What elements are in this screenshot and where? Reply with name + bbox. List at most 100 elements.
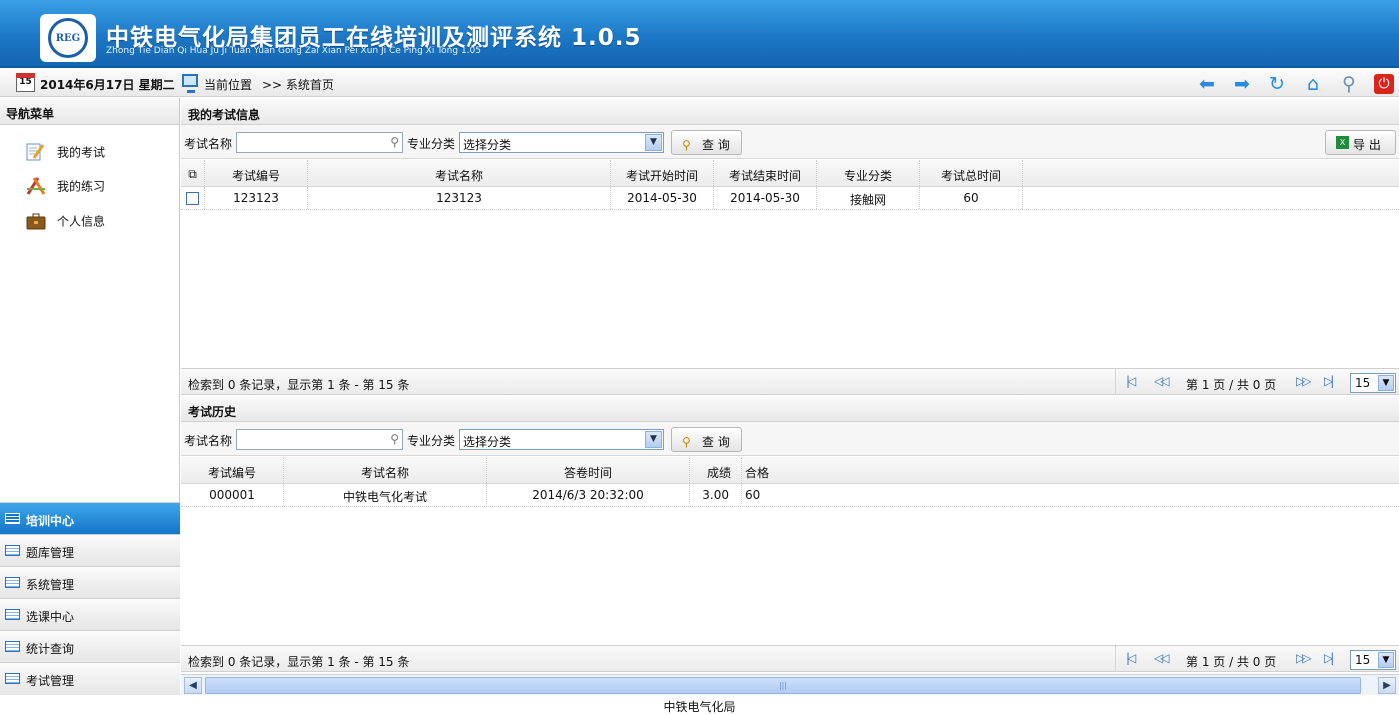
- exam-info-filter: 考试名称 ⚲ 专业分类 选择分类 ▼ ⚲ 查 询 X导 出: [181, 125, 1399, 159]
- list-icon: [5, 545, 20, 556]
- chevron-down-icon: ▼: [645, 431, 662, 448]
- column-header[interactable]: 考试编号: [181, 457, 284, 483]
- sidebar: 导航菜单 我的考试 我的练习 个人信息 培训中心 题库管理 系统管理 选课中心 …: [0, 98, 180, 695]
- calendar-icon: 15: [16, 73, 35, 92]
- page-indicator: 第 1 页 / 共 0 页: [1186, 655, 1277, 669]
- magnifier-icon: ⚲: [682, 138, 691, 152]
- back-arrow-icon[interactable]: ⬅: [1196, 73, 1218, 95]
- briefcase-icon: [25, 211, 47, 231]
- exam-history-pager: 检索到 0 条记录，显示第 1 条 - 第 15 条 |◁ ◁◁ 第 1 页 /…: [181, 645, 1399, 672]
- category-label: 专业分类: [407, 137, 456, 151]
- exam-history-title: 考试历史: [181, 396, 1399, 422]
- exam-name-input[interactable]: ⚲: [236, 132, 403, 153]
- next-page-icon[interactable]: ▷▷: [1296, 651, 1312, 665]
- select-all-icon[interactable]: ⧉: [181, 160, 205, 186]
- cell-duration: 60: [920, 187, 1023, 209]
- sidebar-item-my-practice[interactable]: 我的练习: [25, 176, 105, 198]
- breadcrumb: >> 系统首页: [262, 78, 334, 92]
- prev-page-icon[interactable]: ◁◁: [1154, 651, 1170, 665]
- accordion-exam-management[interactable]: 考试管理: [0, 662, 180, 695]
- first-page-icon[interactable]: |◁: [1126, 651, 1136, 665]
- sidebar-item-personal-info[interactable]: 个人信息: [25, 211, 105, 233]
- table-row[interactable]: 123123 123123 2014-05-30 2014-05-30 接触网 …: [181, 187, 1399, 210]
- sidebar-item-label: 我的考试: [57, 145, 106, 160]
- accordion-system-management[interactable]: 系统管理: [0, 566, 180, 598]
- scroll-left-icon[interactable]: ◀: [184, 677, 202, 694]
- prev-page-icon[interactable]: ◁◁: [1154, 374, 1170, 388]
- refresh-icon[interactable]: ↻: [1266, 73, 1288, 95]
- list-icon: [5, 513, 20, 524]
- home-icon[interactable]: ⌂: [1302, 73, 1324, 95]
- exam-name-label: 考试名称: [184, 434, 233, 448]
- cell-category: 接触网: [817, 187, 920, 209]
- column-header[interactable]: 考试结束时间: [714, 160, 817, 186]
- cell-exam-id: 000001: [181, 484, 284, 506]
- accordion-statistics[interactable]: 统计查询: [0, 630, 180, 662]
- excel-icon: X: [1336, 136, 1349, 149]
- magnifier-icon: ⚲: [390, 432, 399, 446]
- column-header[interactable]: 考试编号: [205, 160, 308, 186]
- power-icon[interactable]: ⏻: [1374, 74, 1394, 94]
- cell-exam-name: 中铁电气化考试: [284, 484, 487, 506]
- last-page-icon[interactable]: ▷|: [1324, 374, 1334, 388]
- first-page-icon[interactable]: |◁: [1126, 374, 1136, 388]
- category-label: 专业分类: [407, 434, 456, 448]
- list-icon: [5, 673, 20, 684]
- top-toolbar: 15 2014年6月17日 星期二 当前位置 >> 系统首页 ⬅ ➡ ↻ ⌂ ⚲…: [0, 70, 1399, 97]
- logo-emblem: REG: [48, 18, 88, 58]
- column-header[interactable]: 考试名称: [284, 457, 487, 483]
- page-indicator: 第 1 页 / 共 0 页: [1186, 378, 1277, 392]
- column-header[interactable]: 答卷时间: [487, 457, 690, 483]
- forward-arrow-icon[interactable]: ➡: [1231, 73, 1253, 95]
- cell-score: 3.00: [690, 484, 742, 506]
- history-category-select[interactable]: 选择分类 ▼: [459, 429, 664, 450]
- scrollbar-thumb[interactable]: |||: [205, 677, 1361, 694]
- row-checkbox[interactable]: [186, 192, 199, 205]
- record-count: 检索到 0 条记录，显示第 1 条 - 第 15 条: [188, 655, 410, 669]
- chevron-down-icon: ▼: [645, 134, 662, 151]
- column-header[interactable]: 考试总时间: [920, 160, 1023, 186]
- exam-history-filter: 考试名称 ⚲ 专业分类 选择分类 ▼ ⚲ 查 询: [181, 422, 1399, 456]
- page-size-select[interactable]: 15 ▼: [1350, 373, 1396, 393]
- nav-menu-title: 导航菜单: [0, 98, 179, 125]
- accordion-question-bank[interactable]: 题库管理: [0, 534, 180, 566]
- sidebar-item-label: 个人信息: [57, 214, 106, 229]
- table-row[interactable]: 000001 中铁电气化考试 2014/6/3 20:32:00 3.00 60: [181, 484, 1399, 507]
- column-header[interactable]: 专业分类: [817, 160, 920, 186]
- horizontal-scrollbar[interactable]: ◀ ||| ▶: [181, 674, 1399, 695]
- cell-pass: 60: [745, 488, 761, 502]
- exam-history-table-header: 考试编号 考试名称 答卷时间 成绩 合格: [181, 457, 1399, 484]
- position-label: 当前位置: [204, 78, 253, 92]
- company-logo: REG: [40, 14, 96, 62]
- scroll-right-icon[interactable]: ▶: [1378, 677, 1396, 694]
- accordion-course-selection[interactable]: 选课中心: [0, 598, 180, 630]
- accordion-training-center[interactable]: 培训中心: [0, 502, 180, 534]
- next-page-icon[interactable]: ▷▷: [1296, 374, 1312, 388]
- column-header[interactable]: 考试名称: [308, 160, 611, 186]
- column-header[interactable]: 合格: [742, 457, 802, 483]
- list-icon: [5, 609, 20, 620]
- footer-text: 中铁电气化局: [663, 700, 736, 714]
- cell-exam-name: 123123: [308, 187, 611, 209]
- cell-end-time: 2014-05-30: [714, 187, 817, 209]
- app-subtitle: Zhong Tie Dian Qi Hua Ju Ji Tuan Yuan Go…: [106, 46, 481, 56]
- drafting-tools-icon: [25, 176, 47, 196]
- app-header: REG 中铁电气化局集团员工在线培训及测评系统 1.0.5 Zhong Tie …: [0, 0, 1399, 68]
- column-header[interactable]: 成绩: [690, 457, 742, 483]
- query-button[interactable]: ⚲ 查 询: [671, 130, 742, 155]
- history-exam-name-input[interactable]: ⚲: [236, 429, 403, 450]
- sidebar-item-label: 我的练习: [57, 179, 106, 194]
- category-select[interactable]: 选择分类 ▼: [459, 132, 664, 153]
- last-page-icon[interactable]: ▷|: [1324, 651, 1334, 665]
- notepad-pencil-icon: [25, 142, 47, 162]
- export-button[interactable]: X导 出: [1325, 130, 1396, 155]
- chevron-down-icon: ▼: [1378, 652, 1394, 668]
- page-size-select[interactable]: 15 ▼: [1350, 650, 1396, 670]
- cell-exam-id: 123123: [205, 187, 308, 209]
- column-header[interactable]: 考试开始时间: [611, 160, 714, 186]
- cell-answer-time: 2014/6/3 20:32:00: [487, 484, 690, 506]
- history-query-button[interactable]: ⚲ 查 询: [671, 427, 742, 452]
- sidebar-item-my-exam[interactable]: 我的考试: [25, 142, 105, 164]
- magnifier-icon: ⚲: [390, 135, 399, 149]
- search-icon[interactable]: ⚲: [1338, 73, 1360, 95]
